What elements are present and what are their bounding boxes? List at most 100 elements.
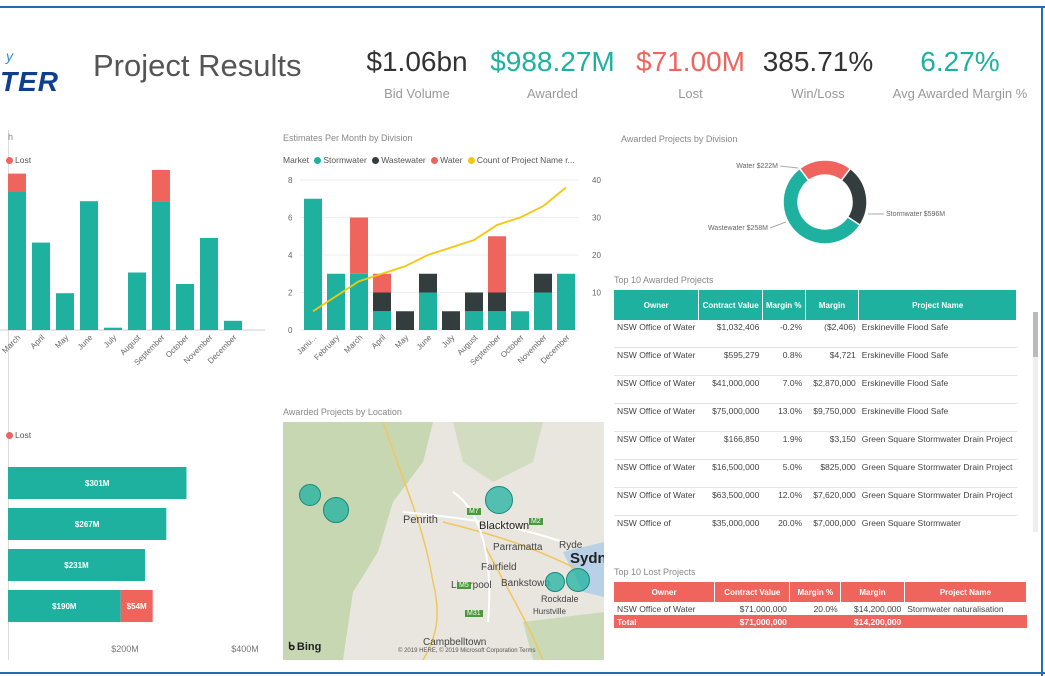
awarded-lost-hbar-chart[interactable]: $301M $267M $231M $190M $54M $200M $400M <box>0 455 275 660</box>
table-header-row: Owner Contract Value Margin % Margin Project… <box>614 582 1028 602</box>
table-cell: $35,000,000 <box>698 515 763 540</box>
x-tick-label: June <box>76 333 95 352</box>
top-awarded-table[interactable]: Owner Contract Value Margin % Margin Project… <box>614 290 1017 540</box>
y-tick-label: 4 <box>288 251 293 260</box>
table-cell: $825,000 <box>805 459 859 488</box>
table-cell: $71,000,000 <box>714 615 790 628</box>
table-row[interactable]: NSW Office of Water $16,500,000 5.0% $825,0… <box>614 459 1017 488</box>
table-cell: $14,200,000 <box>840 615 905 628</box>
x-tick-label: April <box>29 333 47 351</box>
column-header[interactable]: Margin % <box>762 290 806 320</box>
table-scrollbar[interactable] <box>1033 312 1038 532</box>
map-marker[interactable] <box>323 497 349 523</box>
table-row[interactable]: NSW Office of Water $166,850 1.9% $3,150 Gre… <box>614 431 1017 460</box>
map-label-bankstown: Bankstown <box>501 578 550 589</box>
table-row[interactable]: NSW Office of Water $41,000,000 7.0% $2,870… <box>614 375 1017 404</box>
table-cell: $75,000,000 <box>698 403 763 432</box>
project-location-map[interactable]: Penrith Blacktown Parramatta Ryde Sydn F… <box>283 422 604 660</box>
monthly-awarded-lost-chart[interactable]: March April May June July AugustSeptemberOcto… <box>0 170 270 380</box>
legend-label-count: Count of Project Name r... <box>476 155 575 165</box>
kpi-avg-margin[interactable]: 6.27% Avg Awarded Margin % <box>880 46 1040 101</box>
legend-label-water: Water <box>440 155 463 165</box>
column-header[interactable]: Project Name <box>858 290 1017 320</box>
map-marker[interactable] <box>545 572 565 592</box>
kpi-bid-volume[interactable]: $1.06bn Bid Volume <box>362 46 472 101</box>
bar-stormwater <box>373 311 391 330</box>
map-copyright: © 2019 HERE, © 2019 Microsoft Corporatio… <box>398 648 536 654</box>
table-total-row: Total $71,000,000 $14,200,000 <box>614 615 1027 628</box>
column-header[interactable]: Project Name <box>904 582 1028 602</box>
table-row[interactable]: NSW Office of Water $75,000,000 13.0% $9,75… <box>614 403 1017 432</box>
bar-stormwater <box>534 292 552 330</box>
table-cell: 1.9% <box>762 431 806 460</box>
table-cell: NSW Office of Water <box>614 375 699 404</box>
table-cell: Total <box>614 615 715 628</box>
column-header[interactable]: Contract Value <box>714 582 791 602</box>
table-row[interactable]: NSW Office of Water $595,279 0.8% $4,721 Ers… <box>614 347 1017 376</box>
bar-wastewater <box>465 292 483 312</box>
table-cell: NSW Office of Water <box>614 431 699 460</box>
table-cell: 5.0% <box>762 459 806 488</box>
bar-wastewater <box>396 311 414 330</box>
table-cell: Erskineville Flood Safe <box>858 320 1017 348</box>
x-tick-label: July <box>440 333 456 349</box>
map-marker[interactable] <box>299 484 321 506</box>
map-label-fairfield: Fairfield <box>481 562 517 573</box>
y2-tick-label: 10 <box>592 289 601 298</box>
table-cell: Green Square Stormwater Drain Project <box>858 487 1017 516</box>
column-header[interactable]: Contract Value <box>698 290 763 320</box>
x-tick-label: July <box>102 333 118 349</box>
map-marker[interactable] <box>485 486 513 514</box>
table-cell: 13.0% <box>762 403 806 432</box>
table-row[interactable]: NSW Office of Water $71,000,000 20.0% $14,2… <box>614 602 1027 615</box>
bar-awarded <box>176 284 194 330</box>
map-label-campbelltown: Campbelltown <box>423 637 487 648</box>
column-header[interactable]: Margin <box>840 582 905 602</box>
map-label-rockdale: Rockdale <box>541 594 579 604</box>
column-header[interactable]: Margin <box>805 290 860 320</box>
x-tick-label: June <box>415 333 434 352</box>
table-cell: $14,200,000 <box>853 603 902 614</box>
kpi-awarded[interactable]: $988.27M Awarded <box>485 46 620 101</box>
hbar-legend: Lost <box>3 430 31 440</box>
kpi-lost[interactable]: $71.00M Lost <box>628 46 753 101</box>
table-cell: $166,850 <box>698 431 763 460</box>
table-cell: $63,500,000 <box>698 487 763 516</box>
table-cell: Green Square Stormwater Drain Project <box>858 431 1017 460</box>
table-row[interactable]: NSW Office of $35,000,000 20.0% $7,000,000 G… <box>614 515 1017 540</box>
left-chart-title: h <box>8 132 14 142</box>
kpi-label: Avg Awarded Margin % <box>892 86 1028 101</box>
table-cell: 7.0% <box>762 375 806 404</box>
donut-leader <box>779 165 799 169</box>
legend-label-stormwater: Stormwater <box>323 155 367 165</box>
awarded-by-division-donut[interactable]: Water $222M Wastewater $258M Stormwater $5… <box>660 150 990 260</box>
table-cell: 12.0% <box>762 487 806 516</box>
table-row[interactable]: NSW Office of Water $1,032,406 -0.2% ($2,40… <box>614 320 1017 348</box>
column-header[interactable]: Owner <box>614 582 716 602</box>
bar-awarded <box>224 320 242 330</box>
column-header[interactable]: Owner <box>614 290 700 320</box>
logo-text: TER <box>0 66 59 97</box>
top-lost-table[interactable]: Owner Contract Value Margin % Margin Project… <box>614 582 1028 632</box>
bing-b-icon: ᑲ <box>288 641 295 653</box>
kpi-value: $71.00M <box>636 46 745 77</box>
hbar-value-label: $301M <box>85 479 110 488</box>
column-header[interactable]: Margin % <box>789 582 842 602</box>
table-cell: Erskineville Flood Safe <box>858 347 1017 376</box>
table-row[interactable]: NSW Office of Water $63,500,000 12.0% $7,62… <box>614 487 1017 516</box>
table-cell: 20.0% <box>762 515 806 540</box>
map-label-hurstville: Hurstville <box>533 607 566 616</box>
x-tick-label: May <box>393 333 410 350</box>
kpi-win-loss[interactable]: 385.71% Win/Loss <box>758 46 878 101</box>
estimates-per-month-chart[interactable]: 0246810203040Janu...February March April Ma… <box>278 170 608 385</box>
table-cell: $2,870,000 <box>805 375 859 404</box>
map-marker[interactable] <box>566 568 590 592</box>
donut-label-stormwater: Stormwater $596M <box>886 211 945 218</box>
table-header-row: Owner Contract Value Margin % Margin Project… <box>614 290 1017 320</box>
bar-wastewater <box>419 273 437 293</box>
table-cell: $4,721 <box>805 347 859 376</box>
bar-wastewater <box>373 292 391 312</box>
kpi-value: $988.27M <box>490 46 615 77</box>
y-tick-label: 0 <box>288 326 293 335</box>
scrollbar-thumb[interactable] <box>1033 312 1038 357</box>
